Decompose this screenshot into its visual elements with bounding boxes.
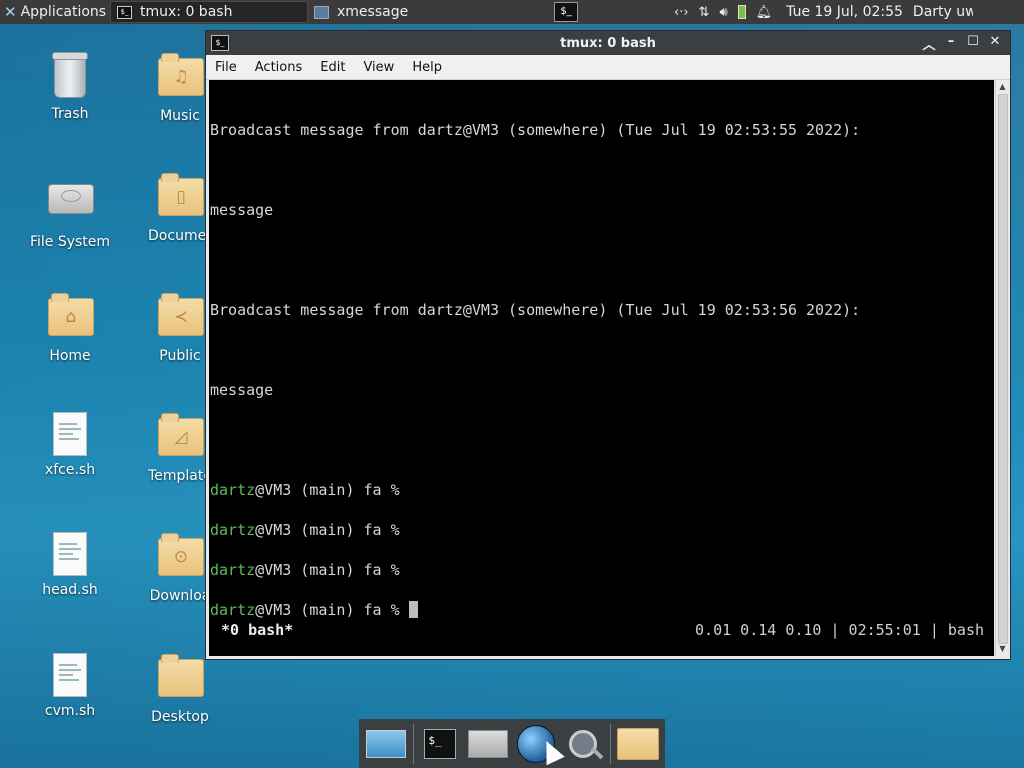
trash-icon <box>52 52 88 98</box>
window-titlebar[interactable]: $_ tmux: 0 bash ︿ – ☐ ✕ <box>206 31 1010 55</box>
scroll-up-arrow-icon[interactable]: ▲ <box>996 81 1009 93</box>
prompt-user: dartz <box>210 561 256 579</box>
shade-button[interactable]: ︿ <box>922 34 936 53</box>
terminal-icon: $_ <box>117 5 132 19</box>
applications-label: Applications <box>20 4 107 20</box>
terminal-icon: $_ <box>424 728 457 759</box>
desktop-icon-xfce-sh[interactable]: xfce.sh <box>22 412 118 478</box>
script-file-icon <box>53 532 87 576</box>
minimize-button[interactable]: – <box>944 34 958 53</box>
menu-view[interactable]: View <box>354 60 403 75</box>
desktop-icon <box>365 729 406 758</box>
terminal-launcher[interactable]: $_ <box>420 724 462 764</box>
menu-edit[interactable]: Edit <box>311 60 354 75</box>
music-folder-icon: ♫ <box>158 53 204 96</box>
dock-separator <box>610 723 612 764</box>
prompt-line-active: dartz@VM3 (main) fa % <box>210 601 418 619</box>
folder-launcher[interactable] <box>617 724 660 764</box>
task-label: xmessage <box>337 4 409 20</box>
script-file-icon <box>53 653 87 697</box>
documents-folder-icon: ▯ <box>158 173 204 216</box>
desktop-icon-head-sh[interactable]: head.sh <box>22 532 118 598</box>
drive-icon <box>48 184 94 214</box>
desktop-icon-label: Desktop <box>151 709 209 725</box>
desktop-icon-label: xfce.sh <box>44 462 96 478</box>
prompt-text: @VM3 (main) fa % <box>255 481 409 499</box>
message-line: message <box>210 201 274 219</box>
menu-file[interactable]: File <box>206 60 246 75</box>
task-button-tmux[interactable]: $_ tmux: 0 bash <box>110 1 308 23</box>
search-launcher[interactable] <box>562 724 604 764</box>
desktop-icon-trash[interactable]: Trash <box>22 52 118 122</box>
home-icon <box>468 729 508 758</box>
system-tray: ‹·› ⇅ 🔊︎ 🔔︎ Tue 19 Jul, 02:55 Darty uwu <box>674 4 973 20</box>
text-cursor <box>408 601 418 618</box>
task-label: tmux: 0 bash <box>140 4 233 20</box>
window-controls: ︿ – ☐ ✕ <box>922 34 1010 53</box>
dock: $_ <box>359 719 665 768</box>
volume-icon[interactable]: 🔊︎ <box>719 5 727 20</box>
folder-icon <box>617 727 660 760</box>
prompt-line: dartz@VM3 (main) fa % <box>210 521 409 539</box>
user-menu[interactable]: Darty uwu <box>913 4 973 20</box>
prompt-line: dartz@VM3 (main) fa % <box>210 481 409 499</box>
prompt-text: @VM3 (main) fa % <box>255 521 409 539</box>
desktop-icon-cvm-sh[interactable]: cvm.sh <box>22 653 118 719</box>
maximize-button[interactable]: ☐ <box>966 34 980 53</box>
task-button-xmessage[interactable]: xmessage <box>308 1 506 23</box>
terminal-output[interactable]: Broadcast message from dartz@VM3 (somewh… <box>209 80 994 656</box>
broadcast-line: Broadcast message from dartz@VM3 (somewh… <box>210 121 861 139</box>
templates-folder-icon: ◿ <box>158 413 204 456</box>
tmux-window-list: *0 bash* <box>221 621 294 639</box>
menu-bar: File Actions Edit View Help <box>206 55 1010 80</box>
prompt-user: dartz <box>210 601 256 619</box>
prompt-text: @VM3 (main) fa % <box>255 601 409 619</box>
notification-bell-icon[interactable]: 🔔︎ <box>756 5 773 20</box>
folder-icon <box>158 654 204 697</box>
clock[interactable]: Tue 19 Jul, 02:55 <box>786 4 903 20</box>
desktop-icon-label: Trash <box>51 106 89 122</box>
applications-menu[interactable]: ✕ Applications ☰ <box>0 0 110 24</box>
prompt-user: dartz <box>210 481 256 499</box>
desktop-icon-label: File System <box>29 234 111 250</box>
scroll-down-arrow-icon[interactable]: ▼ <box>996 643 1009 655</box>
terminal-window: $_ tmux: 0 bash ︿ – ☐ ✕ File Actions Edi… <box>205 30 1011 660</box>
dock-separator <box>412 723 414 764</box>
desktop-icon-filesystem[interactable]: File System <box>22 172 118 250</box>
terminal-launcher-icon[interactable]: $_ <box>554 2 578 22</box>
desktop-icon-label: head.sh <box>42 582 98 598</box>
terminal-icon[interactable]: $_ <box>211 35 229 51</box>
xfce-logo-icon: ✕ <box>4 3 17 21</box>
window-icon <box>314 5 329 19</box>
home-launcher[interactable] <box>467 724 509 764</box>
prompt-user: dartz <box>210 521 256 539</box>
close-button[interactable]: ✕ <box>988 34 1002 53</box>
network-updown-icon[interactable]: ⇅ <box>699 5 710 20</box>
desktop-icon-label: cvm.sh <box>44 703 96 719</box>
broadcast-line: Broadcast message from dartz@VM3 (somewh… <box>210 301 861 319</box>
menu-help[interactable]: Help <box>403 60 451 75</box>
desktop-icon-desktop[interactable]: Desktop <box>132 653 228 725</box>
message-line: message <box>210 381 274 399</box>
scrollbar[interactable]: ▲ ▼ <box>995 80 1009 656</box>
scrollbar-thumb[interactable] <box>998 94 1008 644</box>
home-folder-icon: ⌂ <box>48 293 94 336</box>
desktop-icon-home[interactable]: ⌂ Home <box>22 292 118 364</box>
downloads-folder-icon: ⊙ <box>158 533 204 576</box>
prompt-text: @VM3 (main) fa % <box>255 561 409 579</box>
desktop-icon-label: Home <box>49 348 91 364</box>
top-panel: ✕ Applications ☰ $_ tmux: 0 bash xmessag… <box>0 0 1024 24</box>
prompt-line: dartz@VM3 (main) fa % <box>210 561 409 579</box>
menu-actions[interactable]: Actions <box>246 60 312 75</box>
tmux-status-right: 0.01 0.14 0.10 | 02:55:01 | bash <box>695 621 984 639</box>
public-folder-icon: ≺ <box>158 293 204 336</box>
battery-icon[interactable] <box>737 5 746 19</box>
window-title: tmux: 0 bash <box>560 35 656 51</box>
network-arrows-icon[interactable]: ‹·› <box>674 5 689 20</box>
script-file-icon <box>53 412 87 456</box>
search-icon <box>569 729 598 758</box>
show-desktop-button[interactable] <box>365 724 407 764</box>
